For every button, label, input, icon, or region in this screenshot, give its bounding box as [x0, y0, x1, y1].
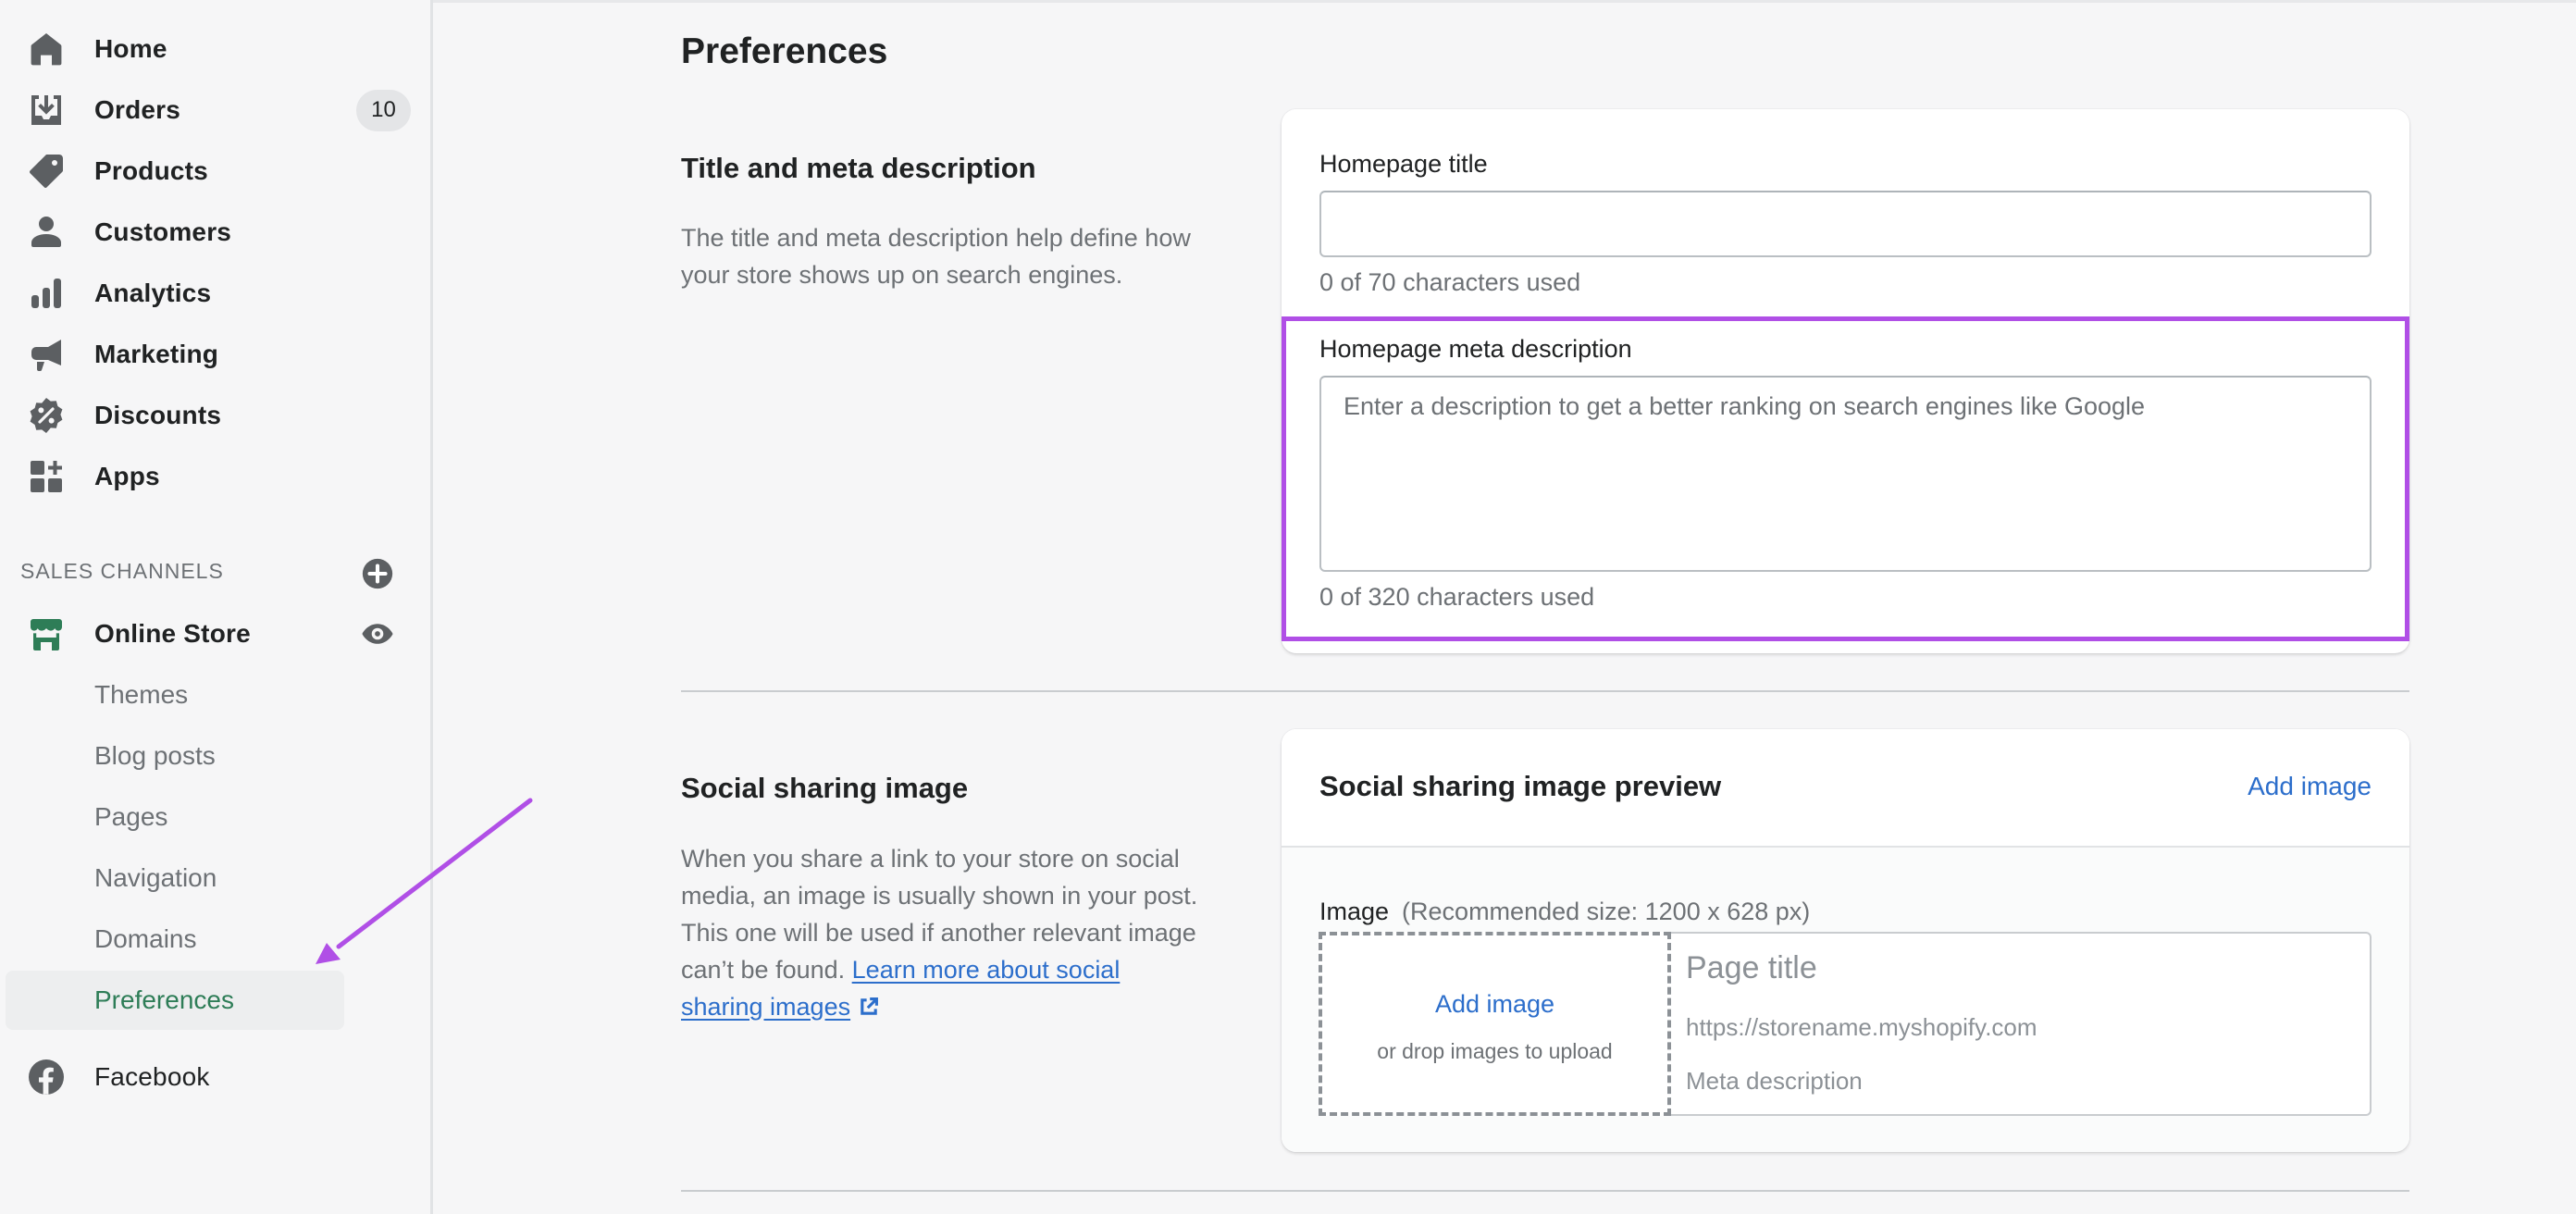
sidebar-item-discounts[interactable]: Discounts — [0, 388, 433, 443]
meta-description-label: Homepage meta description — [1319, 335, 1632, 363]
sidebar-subitem-label: Blog posts — [94, 741, 216, 770]
sidebar-subitem-label: Navigation — [94, 863, 217, 892]
sidebar-subitem-themes[interactable]: Themes — [0, 667, 433, 723]
sidebar-item-marketing[interactable]: Marketing — [0, 327, 433, 382]
social-preview-title: Social sharing image preview — [1319, 770, 1722, 802]
dropzone-add-image-link[interactable]: Add image — [1435, 990, 1554, 1019]
homepage-title-input[interactable] — [1319, 191, 2372, 257]
page-title: Preferences — [681, 31, 888, 71]
title-meta-heading: Title and meta description — [681, 152, 1036, 184]
sidebar-item-label: Home — [94, 34, 167, 63]
view-online-store-button[interactable] — [361, 617, 394, 650]
sidebar-subitem-blog-posts[interactable]: Blog posts — [0, 728, 433, 784]
sidebar-subitem-domains[interactable]: Domains — [0, 911, 433, 967]
social-preview-card-header: Social sharing image preview Add image — [1282, 729, 2409, 848]
person-icon — [28, 214, 65, 251]
social-preview-card: Social sharing image preview Add image I… — [1282, 729, 2409, 1152]
section-divider — [681, 690, 2409, 692]
add-sales-channel-button[interactable] — [361, 557, 394, 590]
orders-count-badge: 10 — [356, 89, 411, 131]
plus-circle-icon — [362, 558, 393, 589]
sidebar-subitem-navigation[interactable]: Navigation — [0, 850, 433, 906]
homepage-title-label: Homepage title — [1319, 150, 1488, 178]
homepage-title-char-count: 0 of 70 characters used — [1319, 268, 1581, 296]
social-preview-card-body: Image (Recommended size: 1200 x 628 px) A… — [1282, 848, 2409, 1152]
sidebar-subitem-label: Preferences — [94, 985, 234, 1014]
sidebar-item-products[interactable]: Products — [0, 143, 433, 199]
sidebar-subitem-pages[interactable]: Pages — [0, 789, 433, 845]
sidebar-item-home[interactable]: Home — [0, 21, 433, 77]
eye-icon — [362, 624, 393, 644]
discount-badge-icon — [28, 397, 65, 434]
sidebar-subitem-label: Themes — [94, 680, 189, 709]
sidebar-item-apps[interactable]: Apps — [0, 449, 433, 504]
sidebar-item-label: Customers — [94, 217, 232, 246]
sidebar-subitem-preferences[interactable]: Preferences — [0, 971, 433, 1030]
meta-description-textarea[interactable] — [1319, 376, 2372, 572]
preview-page-title: Page title — [1686, 950, 1817, 985]
home-icon — [28, 31, 65, 68]
sidebar-item-label: Marketing — [94, 340, 219, 368]
dropzone-hint: or drop images to upload — [1377, 1038, 1613, 1063]
tag-icon — [28, 153, 65, 190]
sidebar-item-label: Apps — [94, 462, 160, 490]
title-meta-description: The title and meta description help defi… — [681, 224, 1191, 289]
social-sharing-description: When you share a link to your store on s… — [681, 840, 1208, 1025]
meta-description-char-count: 0 of 320 characters used — [1319, 583, 1595, 611]
sidebar-item-label: Orders — [94, 95, 181, 124]
sales-channels-heading: SALES CHANNELS — [20, 559, 224, 583]
sidebar-item-orders[interactable]: Orders 10 — [0, 82, 433, 138]
megaphone-icon — [28, 336, 65, 373]
sidebar-item-label: Analytics — [94, 279, 212, 307]
store-icon — [28, 615, 65, 652]
bar-chart-icon — [28, 275, 65, 312]
preview-url: https://storename.myshopify.com — [1686, 1013, 2037, 1041]
sidebar-item-label: Facebook — [94, 1062, 210, 1091]
add-image-header-link[interactable]: Add image — [2248, 772, 2372, 801]
sidebar-item-label: Discounts — [94, 401, 222, 429]
image-size-hint: (Recommended size: 1200 x 628 px) — [1402, 898, 1811, 925]
sidebar-item-customers[interactable]: Customers — [0, 204, 433, 260]
title-meta-card: Homepage title 0 of 70 characters used H… — [1282, 109, 2409, 653]
sidebar-item-label: Products — [94, 156, 208, 185]
sidebar-item-label: Online Store — [94, 619, 251, 648]
image-label: Image — [1319, 898, 1390, 925]
social-sharing-heading: Social sharing image — [681, 772, 969, 804]
section-divider — [681, 1190, 2409, 1192]
orders-icon — [28, 92, 65, 129]
sidebar-item-analytics[interactable]: Analytics — [0, 266, 433, 321]
search-preview-box: Page title https://storename.myshopify.c… — [1671, 932, 2372, 1116]
sidebar-item-facebook[interactable]: Facebook — [0, 1049, 433, 1105]
external-link-icon — [861, 997, 879, 1015]
sidebar-item-online-store[interactable]: Online Store — [0, 606, 433, 662]
sidebar-subitem-label: Domains — [94, 924, 197, 953]
image-dropzone[interactable]: Add image or drop images to upload — [1319, 932, 1671, 1116]
preview-meta-description: Meta description — [1686, 1067, 1863, 1095]
sidebar-subitem-label: Pages — [94, 802, 168, 831]
apps-icon — [28, 458, 65, 495]
facebook-icon — [28, 1059, 65, 1096]
sidebar: Home Orders 10 Products Customers Analyt… — [0, 0, 433, 1214]
image-field-label: Image (Recommended size: 1200 x 628 px) — [1319, 898, 1810, 926]
